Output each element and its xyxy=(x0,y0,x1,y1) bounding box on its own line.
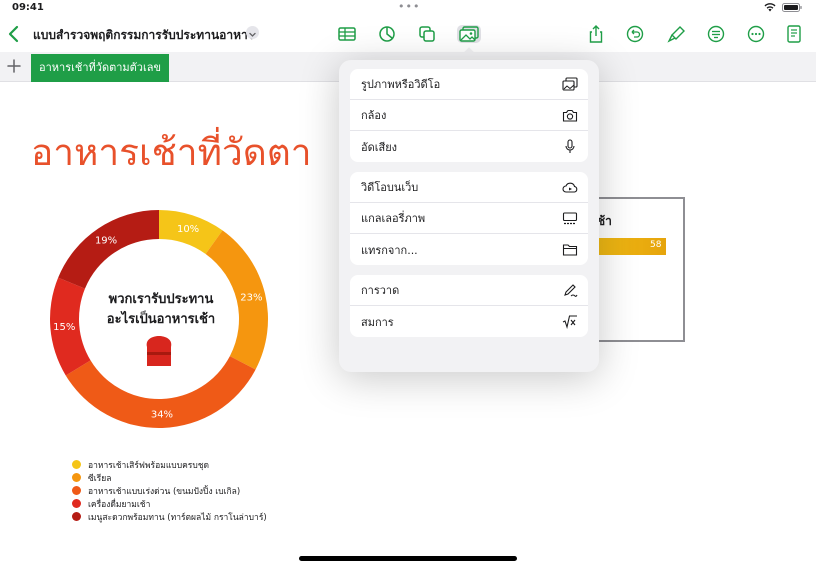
legend-label: เครื่องดื่มยามเช้า xyxy=(88,499,151,510)
menu-item-camera[interactable]: กล้อง xyxy=(350,100,588,131)
menu-item-label: กล้อง xyxy=(361,109,387,122)
popover-group-web: วิดีโอบนเว็บ แกลเลอรี่ภาพ แทรกจาก... xyxy=(350,172,588,265)
bar-chart-title: ช้า xyxy=(597,214,612,228)
popover-group-media: รูปภาพหรือวิดีโอ กล้อง อัดเสียง xyxy=(350,69,588,162)
menu-item-record-audio[interactable]: อัดเสียง xyxy=(350,131,588,162)
home-indicator xyxy=(299,556,517,561)
menu-item-label: รูปภาพหรือวิดีโอ xyxy=(361,78,441,91)
legend-swatch xyxy=(72,512,81,521)
insert-media-popover: รูปภาพหรือวิดีโอ กล้อง อัดเสียง วิดีโอบน… xyxy=(339,60,599,372)
camera-icon xyxy=(562,109,578,122)
menu-item-photo-video[interactable]: รูปภาพหรือวิดีโอ xyxy=(350,69,588,100)
document-icon[interactable] xyxy=(784,25,804,43)
menu-item-label: การวาด xyxy=(361,284,400,297)
bar-value-label: 58 xyxy=(650,240,662,250)
slice-label: 19% xyxy=(95,236,117,247)
menu-item-image-gallery[interactable]: แกลเลอรี่ภาพ xyxy=(350,203,588,234)
more-icon[interactable] xyxy=(746,25,766,43)
table-icon[interactable] xyxy=(337,25,357,43)
menu-item-web-video[interactable]: วิดีโอบนเว็บ xyxy=(350,172,588,203)
menu-item-insert-from[interactable]: แทรกจาก... xyxy=(350,234,588,265)
toolbar: แบบสำรวจพฤติกรรมการรับประทานอาหาร xyxy=(0,17,816,51)
photo-icon xyxy=(562,77,578,91)
format-icon[interactable] xyxy=(706,25,726,43)
menu-item-label: สมการ xyxy=(361,315,394,329)
menu-item-label: วิดีโอบนเว็บ xyxy=(361,181,419,194)
legend-swatch xyxy=(72,473,81,482)
chevron-down-icon xyxy=(249,32,256,37)
legend-label: เมนูสะดวกพร้อมทาน (ทาร์ตผลไม้ กราโนล่าบา… xyxy=(88,512,267,523)
legend-label: ซีเรียล xyxy=(88,473,112,484)
slice-label: 23% xyxy=(240,293,262,304)
wifi-icon xyxy=(764,3,776,12)
menu-item-drawing[interactable]: การวาด xyxy=(350,275,588,306)
legend-swatch xyxy=(72,460,81,469)
add-sheet-icon[interactable] xyxy=(6,58,22,74)
legend-item: เมนูสะดวกพร้อมทาน (ทาร์ตผลไม้ กราโนล่าบา… xyxy=(72,510,267,523)
gallery-icon xyxy=(562,212,578,225)
slice-label: 34% xyxy=(151,409,173,420)
menu-item-label: แกลเลอรี่ภาพ xyxy=(361,212,426,225)
legend-item: อาหารเช้าแบบเร่งด่วน (ขนมปังปิ้ง เบเกิล) xyxy=(72,484,267,497)
battery-icon xyxy=(782,3,802,12)
donut-slice xyxy=(58,210,159,289)
chart-icon[interactable] xyxy=(377,25,397,43)
title-menu-button[interactable] xyxy=(246,26,259,39)
legend-swatch xyxy=(72,499,81,508)
legend-label: อาหารเช้าเสิร์ฟพร้อมแบบครบชุด xyxy=(88,460,210,471)
donut-center-line-1: พวกเรารับประทาน xyxy=(108,292,214,307)
undo-icon[interactable] xyxy=(625,25,645,43)
menu-item-label: อัดเสียง xyxy=(361,140,398,154)
slice-label: 15% xyxy=(53,322,75,333)
chart-legend: อาหารเช้าเสิร์ฟพร้อมแบบครบชุดซีเรียลอาหา… xyxy=(72,458,267,523)
share-icon[interactable] xyxy=(586,25,606,43)
status-time: 09:41 xyxy=(12,2,44,13)
menu-item-equation[interactable]: สมการ xyxy=(350,306,588,337)
folder-icon xyxy=(562,244,578,256)
microphone-icon xyxy=(565,139,575,153)
brush-icon[interactable] xyxy=(666,25,686,43)
legend-item: ซีเรียล xyxy=(72,471,267,484)
status-bar: 09:41 ••• xyxy=(0,0,816,16)
legend-item: อาหารเช้าเสิร์ฟพร้อมแบบครบชุด xyxy=(72,458,267,471)
cloud-play-icon xyxy=(562,182,578,193)
pen-icon xyxy=(564,284,578,297)
menu-item-label: แทรกจาก... xyxy=(361,243,418,257)
donut-center-line-2: อะไรเป็นอาหารเช้า xyxy=(106,312,216,327)
sheet-tab[interactable]: อาหารเช้าที่วัดตามตัวเลข xyxy=(31,54,170,82)
shapes-icon[interactable] xyxy=(417,25,437,43)
legend-item: เครื่องดื่มยามเช้า xyxy=(72,497,267,510)
legend-swatch xyxy=(72,486,81,495)
donut-center-title: พวกเรารับประทาน อะไรเป็นอาหารเช้า xyxy=(86,290,236,330)
document-title[interactable]: แบบสำรวจพฤติกรรมการรับประทานอาหาร xyxy=(33,26,254,45)
toast-icon xyxy=(146,336,172,366)
popover-group-draw: การวาด สมการ xyxy=(350,275,588,337)
media-icon[interactable] xyxy=(457,25,481,43)
canvas-title: อาหารเช้าที่วัดตา xyxy=(31,131,312,174)
multitasking-dots[interactable]: ••• xyxy=(398,0,420,13)
legend-label: อาหารเช้าแบบเร่งด่วน (ขนมปังปิ้ง เบเกิล) xyxy=(88,486,241,497)
equation-icon xyxy=(562,315,577,329)
back-icon[interactable] xyxy=(6,24,22,44)
slice-label: 10% xyxy=(177,224,199,235)
